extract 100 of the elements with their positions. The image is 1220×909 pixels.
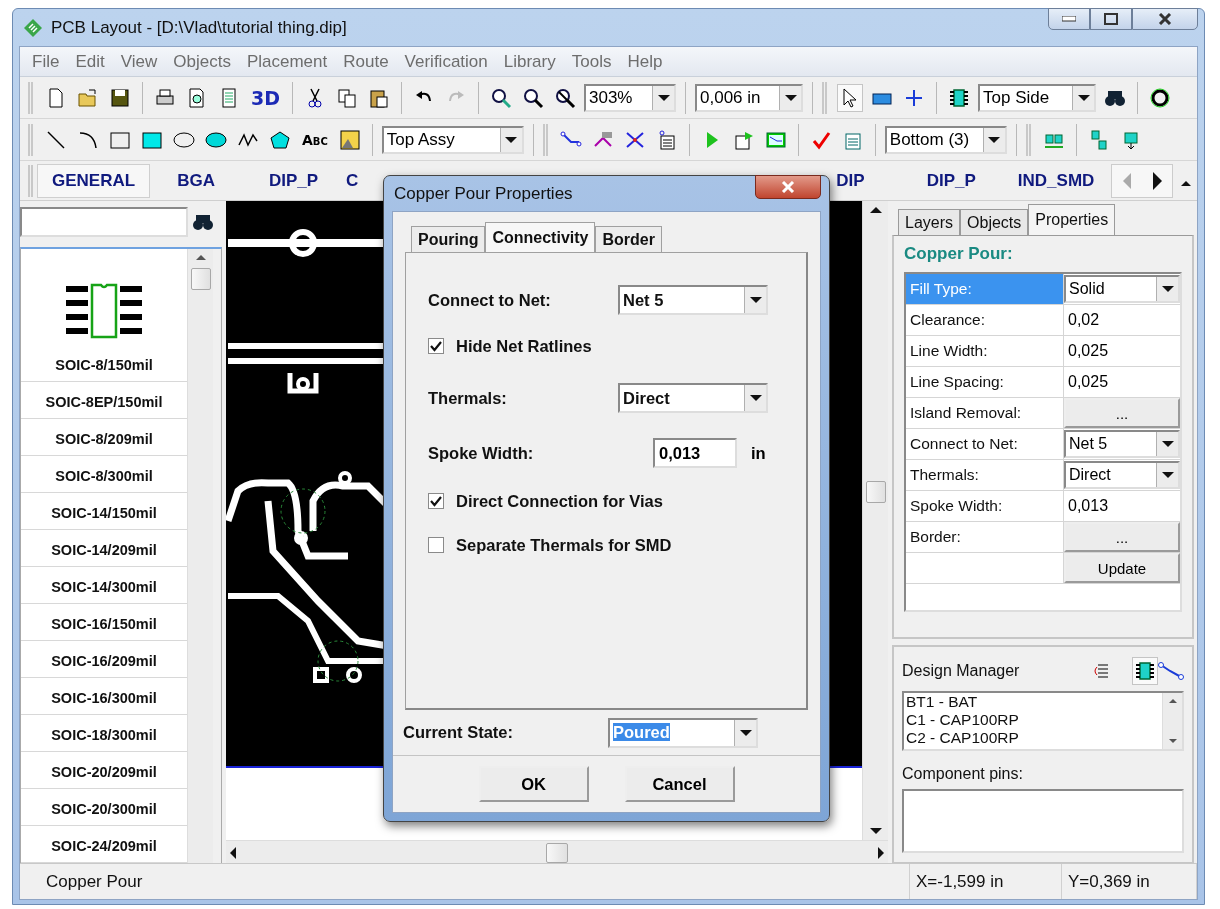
component-pins-list[interactable] [902, 789, 1184, 853]
property-label[interactable]: Thermals: [906, 460, 1064, 491]
search-field[interactable] [20, 207, 188, 237]
dropdown-field[interactable]: Solid [1064, 275, 1180, 303]
maximize-button[interactable] [1090, 8, 1132, 30]
dropdown-arrow-icon [749, 395, 762, 401]
checkbox-option[interactable]: Direct Connection for Vias [428, 479, 782, 523]
dialog-button[interactable]: Cancel [624, 766, 735, 802]
pointer-icon[interactable] [837, 83, 863, 112]
text-tool-button[interactable]: Abc [299, 125, 331, 154]
scroll-right-icon [878, 846, 884, 859]
side-dropdown[interactable]: Top Side [978, 83, 1096, 112]
dropdown-field[interactable]: Net 5 [1064, 430, 1180, 458]
property-label[interactable]: Line Width: [906, 336, 1064, 367]
component-item[interactable]: C2 - CAP100RP [906, 729, 1162, 747]
property-button[interactable]: Update [1064, 553, 1180, 583]
close-button[interactable] [755, 175, 821, 199]
horizontal-scrollbar[interactable] [226, 840, 888, 864]
dialog-button[interactable]: OK [478, 766, 589, 802]
expand-arrow-icon [1181, 180, 1192, 186]
library-tab[interactable]: GENERAL [37, 163, 151, 198]
status-message: Copper Pour [20, 864, 910, 899]
close-icon [1158, 13, 1172, 25]
property-label[interactable]: Border: [906, 522, 1064, 553]
left-arrow-icon [1123, 172, 1132, 189]
library-tab[interactable]: BGA [150, 163, 242, 198]
layer-dropdown[interactable]: Top Assy [381, 125, 524, 154]
property-label[interactable]: Clearance: [906, 305, 1064, 336]
close-button[interactable] [1132, 8, 1198, 30]
property-label[interactable]: Connect to Net: [906, 429, 1064, 460]
menu-item[interactable]: Placement [238, 51, 336, 72]
library-tab[interactable]: C [345, 163, 360, 198]
scrollbar-thumb[interactable] [190, 268, 211, 290]
property-label[interactable]: Island Removal: [906, 398, 1064, 429]
property-label[interactable]: Line Spacing: [906, 367, 1064, 398]
field-label: Thermals: [428, 388, 508, 408]
panel-title: Design Manager [902, 662, 1021, 680]
app-logo-icon [23, 17, 43, 38]
dropdown-field[interactable]: Net 5 [618, 285, 768, 315]
property-label[interactable]: Spoke Width: [906, 491, 1064, 522]
property-value[interactable]: 0,02 [1064, 305, 1180, 336]
dropdown-arrow-icon [505, 136, 518, 143]
component-item[interactable]: BT1 - BAT [906, 693, 1162, 711]
scroll-up-icon [195, 255, 206, 260]
dialog-tab[interactable]: Pouring [411, 226, 486, 252]
3d-view-button[interactable]: 3D [248, 83, 283, 112]
menu-item[interactable]: Route [335, 51, 397, 72]
menu-item[interactable]: Verification [396, 51, 496, 72]
dropdown-field[interactable]: Poured [608, 717, 758, 748]
dropdown-field[interactable]: Direct [618, 383, 768, 413]
chip-icon[interactable] [1132, 657, 1158, 685]
checkbox[interactable] [428, 338, 444, 354]
checkbox-option[interactable]: Hide Net Ratlines [428, 323, 782, 369]
menu-item[interactable]: Edit [67, 51, 113, 72]
panel-tab[interactable]: Objects [960, 209, 1029, 235]
route-icon[interactable] [1158, 661, 1184, 681]
scroll-down-icon [869, 828, 882, 834]
panel-tab[interactable]: Properties [1028, 204, 1116, 235]
dialog-tab[interactable]: Border [595, 226, 662, 252]
menu-item[interactable]: File [24, 51, 68, 72]
property-button[interactable]: ... [1064, 398, 1180, 428]
close-icon [781, 181, 795, 193]
property-value[interactable]: 0,025 [1064, 336, 1180, 367]
minimize-icon [1062, 16, 1076, 22]
menu-item[interactable]: Tools [563, 51, 620, 72]
dropdown-arrow-icon [988, 136, 1001, 143]
checkbox-label: Direct Connection for Vias [456, 491, 664, 511]
input-field[interactable]: 0,013 [653, 438, 737, 468]
library-tab[interactable]: DIP_P [895, 163, 1007, 198]
checkbox[interactable] [428, 537, 444, 553]
scrollbar-thumb[interactable] [546, 842, 568, 863]
property-button[interactable]: ... [1064, 522, 1180, 552]
dialog-tab[interactable]: Connectivity [485, 222, 596, 252]
grid-size-dropdown[interactable]: 0,006 in [695, 83, 803, 112]
vertical-scrollbar[interactable] [862, 201, 888, 840]
menu-item[interactable]: Library [495, 51, 564, 72]
menu-item[interactable]: Objects [165, 51, 239, 72]
library-tab[interactable]: DIP [805, 163, 896, 198]
library-tab[interactable]: DIP_P [241, 163, 346, 198]
property-label-cell[interactable] [906, 553, 1064, 584]
scrollbar-thumb[interactable] [865, 481, 886, 503]
menu-item[interactable]: View [112, 51, 166, 72]
footprint-item[interactable]: SOIC-8/150mil [21, 249, 187, 382]
list-icon[interactable] [1092, 661, 1110, 681]
dropdown-arrow-icon [1161, 286, 1174, 292]
field-label: Component pins: [902, 765, 1024, 783]
bottom-layer-dropdown[interactable]: Bottom (3) [884, 125, 1007, 154]
binoculars-icon[interactable] [192, 213, 214, 231]
vertical-scrollbar[interactable] [1162, 693, 1182, 749]
dropdown-field[interactable]: Direct [1064, 461, 1180, 489]
panel-tab[interactable]: Layers [898, 209, 961, 235]
library-tab[interactable]: IND_SMD [1006, 163, 1106, 198]
zoom-dropdown[interactable]: 303% [584, 83, 676, 112]
checkbox-option[interactable]: Separate Thermals for SMD [428, 523, 782, 567]
vertical-scrollbar[interactable] [187, 249, 213, 863]
checkbox[interactable] [428, 493, 444, 509]
menu-item[interactable]: Help [619, 51, 671, 72]
component-item[interactable]: C1 - CAP100RP [906, 711, 1162, 729]
right-arrow-icon [1152, 171, 1162, 190]
minimize-button[interactable] [1048, 8, 1090, 30]
